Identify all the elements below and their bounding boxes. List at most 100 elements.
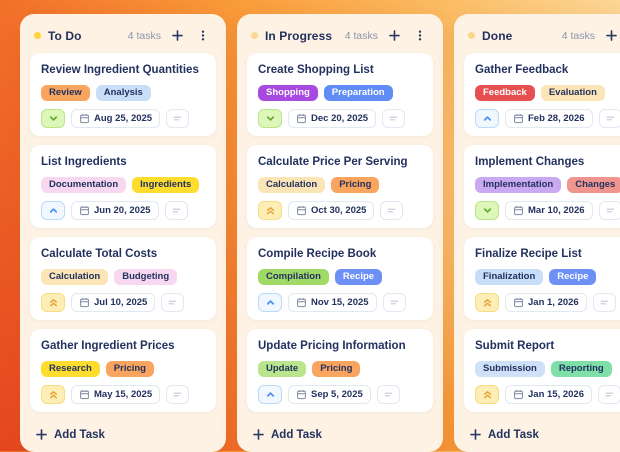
tag: Documentation	[41, 177, 126, 193]
plus-icon	[388, 29, 401, 42]
due-date-chip[interactable]: Aug 25, 2025	[71, 109, 160, 128]
task-card[interactable]: Gather Ingredient PricesResearchPricingM…	[30, 329, 216, 412]
column-title: Done	[482, 29, 512, 43]
tag-list: UpdatePricing	[258, 361, 422, 377]
calendar-icon	[79, 297, 90, 308]
tag-list: ImplementationChanges	[475, 177, 620, 193]
due-date-chip[interactable]: May 15, 2025	[71, 385, 160, 404]
add-task-button[interactable]: Add Task	[464, 421, 544, 446]
due-date-chip[interactable]: Jan 1, 2026	[505, 293, 587, 312]
notes-button[interactable]	[599, 109, 620, 128]
notes-icon	[172, 389, 183, 400]
notes-button[interactable]	[598, 385, 620, 404]
task-card[interactable]: Update Pricing InformationUpdatePricingS…	[247, 329, 433, 412]
card-meta: Jun 20, 2025	[41, 201, 205, 220]
notes-button[interactable]	[166, 385, 189, 404]
priority-button[interactable]	[258, 385, 282, 404]
card-title: Submit Report	[475, 338, 620, 353]
double-chevron-up-icon	[265, 205, 276, 216]
due-date-chip[interactable]: Jun 20, 2025	[71, 201, 159, 220]
add-card-button[interactable]	[385, 27, 404, 44]
task-card[interactable]: Finalize Recipe ListFinalizationRecipeJa…	[464, 237, 620, 320]
notes-icon	[389, 297, 400, 308]
calendar-icon	[513, 297, 524, 308]
card-title: Create Shopping List	[258, 62, 422, 77]
notes-button[interactable]	[161, 293, 184, 312]
calendar-icon	[513, 389, 524, 400]
due-date-chip[interactable]: Sep 5, 2025	[288, 385, 371, 404]
notes-button[interactable]	[599, 201, 620, 220]
notes-button[interactable]	[166, 109, 189, 128]
kebab-menu-icon	[414, 29, 426, 42]
card-title: Gather Feedback	[475, 62, 620, 77]
tag-list: Compilation Recipe	[258, 269, 422, 285]
kebab-menu-icon	[197, 29, 209, 42]
due-date-chip[interactable]: Dec 20, 2025	[288, 109, 376, 128]
task-card[interactable]: Calculate Total CostsCalculationBudgetin…	[30, 237, 216, 320]
priority-button[interactable]	[41, 201, 65, 220]
notes-button[interactable]	[382, 109, 405, 128]
tag: Review	[41, 85, 90, 101]
add-card-button[interactable]	[168, 27, 187, 44]
priority-button[interactable]	[41, 109, 65, 128]
tag-list: FeedbackEvaluation	[475, 85, 620, 101]
card-title: Finalize Recipe List	[475, 246, 620, 261]
column-task-count: 4 tasks	[345, 30, 378, 42]
card-title: List Ingredients	[41, 154, 205, 169]
priority-button[interactable]	[258, 201, 282, 220]
task-card[interactable]: Review Ingredient QuantitiesReviewAnalys…	[30, 53, 216, 136]
column-to-do: To Do4 tasksReview Ingredient Quantities…	[20, 14, 226, 452]
tag: Pricing	[106, 361, 154, 377]
tag-list: SubmissionReporting	[475, 361, 620, 377]
card-meta: Dec 20, 2025	[258, 109, 422, 128]
task-card[interactable]: Implement ChangesImplementationChangesMa…	[464, 145, 620, 228]
tag: Compilation	[258, 269, 329, 285]
column-menu-button[interactable]	[411, 27, 429, 44]
due-date-chip[interactable]: Nov 15, 2025	[288, 293, 377, 312]
task-card[interactable]: List IngredientsDocumentationIngredients…	[30, 145, 216, 228]
notes-button[interactable]	[165, 201, 188, 220]
card-meta: Sep 5, 2025	[258, 385, 422, 404]
due-date-chip[interactable]: Jul 10, 2025	[71, 293, 155, 312]
due-date: Jul 10, 2025	[94, 297, 147, 308]
task-card[interactable]: Submit Report SubmissionReporting Jan 15, …	[464, 329, 620, 412]
column-header: In Progress 4 tasks	[247, 22, 433, 53]
column-title: In Progress	[265, 29, 332, 43]
card-title: Calculate Price Per Serving	[258, 154, 422, 169]
priority-button[interactable]	[41, 293, 65, 312]
priority-button[interactable]	[258, 109, 282, 128]
add-card-button[interactable]	[602, 27, 620, 44]
chevron-up-icon	[265, 297, 276, 308]
tag-list: CalculationPricing	[258, 177, 422, 193]
add-task-label: Add Task	[271, 429, 322, 441]
card-list: Review Ingredient QuantitiesReviewAnalys…	[30, 53, 216, 412]
card-meta: May 15, 2025	[41, 385, 205, 404]
notes-button[interactable]	[380, 201, 403, 220]
notes-button[interactable]	[593, 293, 616, 312]
priority-button[interactable]	[475, 109, 499, 128]
tag: Recipe	[335, 269, 382, 285]
priority-button[interactable]	[475, 385, 499, 404]
tag-list: ShoppingPreparation	[258, 85, 422, 101]
tag: Preparation	[324, 85, 393, 101]
priority-button[interactable]	[475, 293, 499, 312]
due-date-chip[interactable]: Oct 30, 2025	[288, 201, 374, 220]
add-task-button[interactable]: Add Task	[247, 421, 327, 446]
notes-button[interactable]	[383, 293, 406, 312]
due-date-chip[interactable]: Feb 28, 2026	[505, 109, 593, 128]
due-date-chip[interactable]: Mar 10, 2026	[505, 201, 593, 220]
priority-button[interactable]	[475, 201, 499, 220]
task-card[interactable]: Compile Recipe BookCompilationRecipeNov …	[247, 237, 433, 320]
task-card[interactable]: Calculate Price Per Serving CalculationPr…	[247, 145, 433, 228]
due-date: Jan 15, 2026	[528, 389, 584, 400]
card-list: Gather Feedback FeedbackEvaluation Feb 28,…	[464, 53, 620, 412]
due-date: Sep 5, 2025	[311, 389, 363, 400]
task-card[interactable]: Create Shopping List ShoppingPreparation D…	[247, 53, 433, 136]
column-menu-button[interactable]	[194, 27, 212, 44]
priority-button[interactable]	[41, 385, 65, 404]
due-date-chip[interactable]: Jan 15, 2026	[505, 385, 592, 404]
add-task-button[interactable]: Add Task	[30, 421, 110, 446]
notes-button[interactable]	[377, 385, 400, 404]
priority-button[interactable]	[258, 293, 282, 312]
task-card[interactable]: Gather Feedback FeedbackEvaluation Feb 28,…	[464, 53, 620, 136]
